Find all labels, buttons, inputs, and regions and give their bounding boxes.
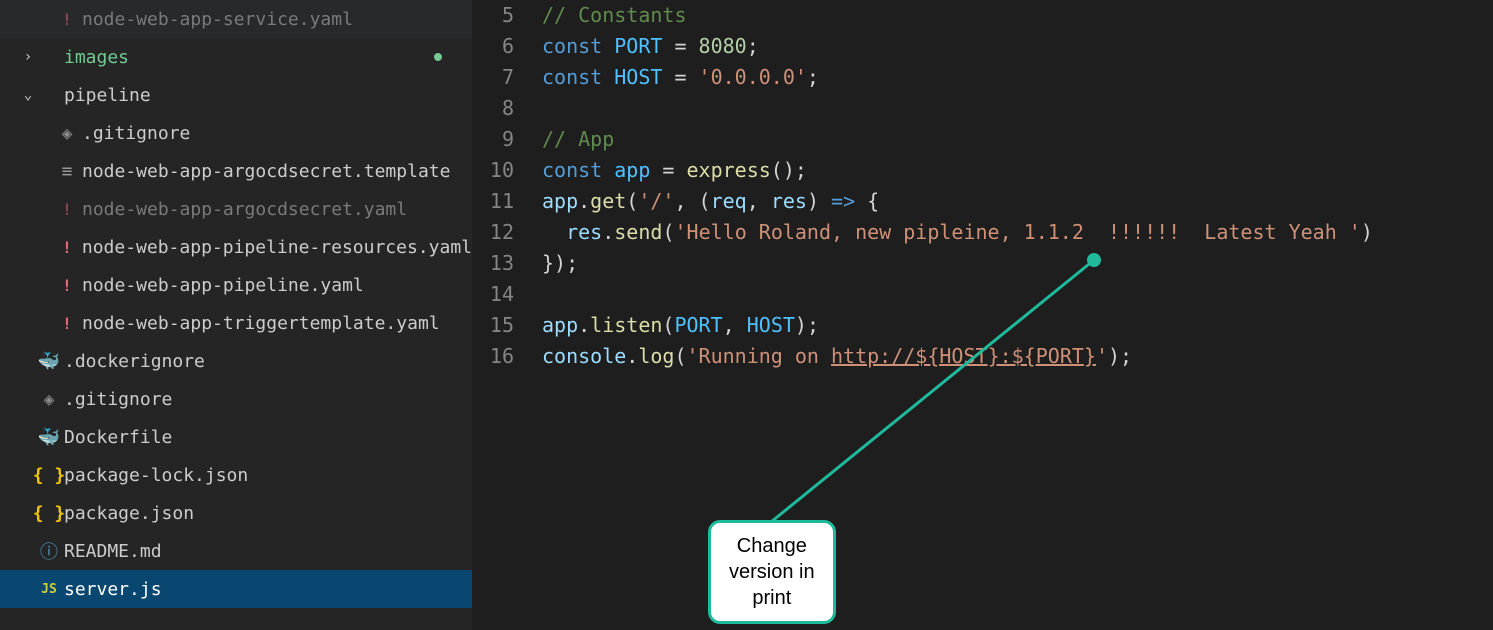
annotation-callout: Change version in print — [708, 520, 836, 624]
file-item[interactable]: 🐳Dockerfile — [0, 418, 472, 456]
yaml-file-icon: ! — [56, 200, 78, 219]
gitignore-file-icon: ◈ — [38, 389, 60, 410]
tree-item-label: node-web-app-service.yaml — [82, 9, 353, 30]
line-number: 15 — [472, 310, 542, 341]
code-content[interactable]: const HOST = '0.0.0.0'; — [542, 62, 819, 93]
file-item[interactable]: ◈.gitignore — [0, 114, 472, 152]
chevron-down-icon: ⌄ — [18, 87, 38, 103]
annotation-text-2: version in — [729, 559, 815, 585]
code-line[interactable]: 10const app = express(); — [472, 155, 1493, 186]
code-content[interactable]: // App — [542, 124, 614, 155]
tree-item-label: node-web-app-pipeline.yaml — [82, 275, 364, 296]
file-explorer: !node-web-app-service.yaml›images⌄pipeli… — [0, 0, 472, 630]
code-line[interactable]: 16console.log('Running on http://${HOST}… — [472, 341, 1493, 372]
tree-item-label: .gitignore — [82, 123, 190, 144]
code-line[interactable]: 11app.get('/', (req, res) => { — [472, 186, 1493, 217]
code-line[interactable]: 5// Constants — [472, 0, 1493, 31]
code-content[interactable]: console.log('Running on http://${HOST}:$… — [542, 341, 1132, 372]
file-item[interactable]: !node-web-app-pipeline-resources.yaml — [0, 228, 472, 266]
file-item[interactable]: !node-web-app-service.yaml — [0, 0, 472, 38]
tree-item-label: .gitignore — [64, 389, 172, 410]
code-line[interactable]: 8 — [472, 93, 1493, 124]
yaml-file-icon: ! — [56, 276, 78, 295]
file-item[interactable]: { }package-lock.json — [0, 456, 472, 494]
line-number: 13 — [472, 248, 542, 279]
tree-item-label: images — [64, 47, 129, 68]
docker-file-icon: 🐳 — [38, 351, 60, 372]
file-item[interactable]: !node-web-app-pipeline.yaml — [0, 266, 472, 304]
yaml-file-icon: ! — [56, 314, 78, 333]
json-file-icon: { } — [38, 503, 60, 524]
code-content[interactable]: app.get('/', (req, res) => { — [542, 186, 879, 217]
code-line[interactable]: 6const PORT = 8080; — [472, 31, 1493, 62]
tree-item-label: server.js — [64, 579, 162, 600]
tree-item-label: node-web-app-triggertemplate.yaml — [82, 313, 440, 334]
file-item[interactable]: ⓘREADME.md — [0, 532, 472, 570]
file-item[interactable]: { }package.json — [0, 494, 472, 532]
code-line[interactable]: 9// App — [472, 124, 1493, 155]
code-line[interactable]: 15app.listen(PORT, HOST); — [472, 310, 1493, 341]
line-number: 9 — [472, 124, 542, 155]
code-content[interactable]: res.send('Hello Roland, new pipleine, 1.… — [542, 217, 1373, 248]
line-number: 16 — [472, 341, 542, 372]
line-number: 7 — [472, 62, 542, 93]
tree-item-label: README.md — [64, 541, 162, 562]
file-item[interactable]: 🐳.dockerignore — [0, 342, 472, 380]
line-number: 6 — [472, 31, 542, 62]
docker-file-icon: 🐳 — [38, 427, 60, 448]
line-number: 8 — [472, 93, 542, 124]
annotation-text-1: Change — [729, 533, 815, 559]
line-number: 12 — [472, 217, 542, 248]
file-item[interactable]: ≡node-web-app-argocdsecret.template — [0, 152, 472, 190]
code-content[interactable]: // Constants — [542, 0, 687, 31]
tree-item-label: package-lock.json — [64, 465, 248, 486]
yaml-file-icon: ! — [56, 238, 78, 257]
code-line[interactable]: 7const HOST = '0.0.0.0'; — [472, 62, 1493, 93]
code-content[interactable]: const PORT = 8080; — [542, 31, 759, 62]
annotation-text-3: print — [729, 585, 815, 611]
file-item[interactable]: !node-web-app-triggertemplate.yaml — [0, 304, 472, 342]
tree-item-label: node-web-app-pipeline-resources.yaml — [82, 237, 472, 258]
yaml-file-icon: ! — [56, 10, 78, 29]
code-line[interactable]: 13}); — [472, 248, 1493, 279]
file-item[interactable]: !node-web-app-argocdsecret.yaml — [0, 190, 472, 228]
code-content[interactable]: app.listen(PORT, HOST); — [542, 310, 819, 341]
chevron-right-icon: › — [18, 49, 38, 65]
file-item[interactable]: ◈.gitignore — [0, 380, 472, 418]
folder-item[interactable]: › images — [0, 38, 472, 76]
line-number: 11 — [472, 186, 542, 217]
line-number: 10 — [472, 155, 542, 186]
modified-indicator-icon — [434, 53, 442, 61]
tree-item-label: pipeline — [64, 85, 151, 106]
json-file-icon: { } — [38, 465, 60, 486]
code-line[interactable]: 14 — [472, 279, 1493, 310]
code-line[interactable]: 12 res.send('Hello Roland, new pipleine,… — [472, 217, 1493, 248]
code-editor[interactable]: 5// Constants6const PORT = 8080;7const H… — [472, 0, 1493, 630]
code-content[interactable]: }); — [542, 248, 578, 279]
tree-item-label: Dockerfile — [64, 427, 172, 448]
code-content[interactable]: const app = express(); — [542, 155, 807, 186]
template-file-icon: ≡ — [56, 161, 78, 182]
tree-item-label: .dockerignore — [64, 351, 205, 372]
file-item[interactable]: JS server.js — [0, 570, 472, 608]
tree-item-label: package.json — [64, 503, 194, 524]
line-number: 14 — [472, 279, 542, 310]
tree-item-label: node-web-app-argocdsecret.yaml — [82, 199, 407, 220]
gitignore-file-icon: ◈ — [56, 123, 78, 144]
folder-item[interactable]: ⌄ pipeline — [0, 76, 472, 114]
tree-item-label: node-web-app-argocdsecret.template — [82, 161, 450, 182]
js-file-icon: JS — [38, 582, 60, 597]
md-file-icon: ⓘ — [38, 538, 60, 564]
line-number: 5 — [472, 0, 542, 31]
